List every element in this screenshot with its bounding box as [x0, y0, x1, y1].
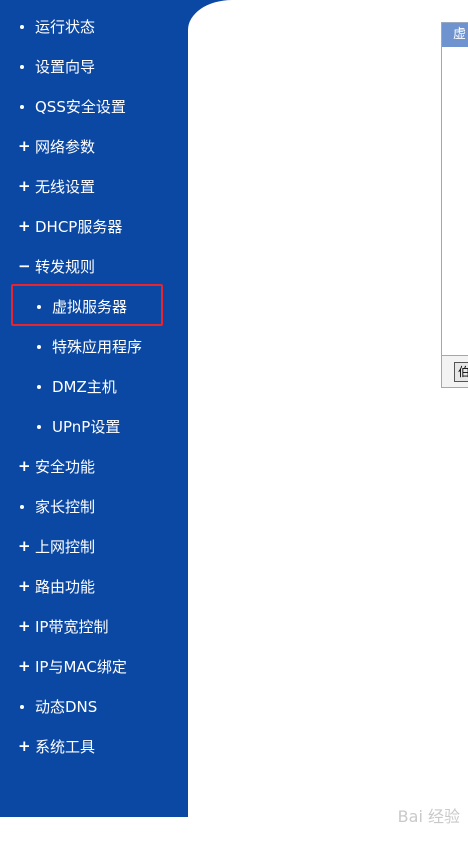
menu-item-ddns[interactable]: 动态DNS	[0, 687, 188, 727]
expand-plus-icon	[18, 606, 35, 648]
menu-item-system-tools[interactable]: 系统工具	[0, 727, 188, 767]
menu-item-label: DHCP服务器	[35, 218, 123, 236]
menu-item-parental-control[interactable]: 家长控制	[0, 487, 188, 527]
panel-footer: 伯	[442, 355, 468, 387]
expand-plus-icon	[18, 566, 35, 608]
menu-list: 运行状态 设置向导 QSS安全设置 网络参数 无线设置 DHCP服务器 转发规则…	[0, 7, 188, 767]
bullet-icon	[35, 367, 52, 407]
submenu-item-dmz[interactable]: DMZ主机	[0, 367, 188, 407]
menu-item-label: 上网控制	[35, 538, 96, 556]
content-panel: 虚 伯	[441, 22, 468, 388]
menu-item-label: DMZ主机	[52, 378, 117, 396]
menu-item-label: 网络参数	[35, 138, 96, 156]
menu-item-label: 安全功能	[35, 458, 96, 476]
bullet-icon	[18, 7, 35, 47]
menu-item-ip-mac-binding[interactable]: IP与MAC绑定	[0, 647, 188, 687]
bullet-icon	[18, 487, 35, 527]
menu-item-dhcp[interactable]: DHCP服务器	[0, 207, 188, 247]
bullet-icon	[18, 87, 35, 127]
menu-item-label: 虚拟服务器	[52, 298, 128, 316]
expand-plus-icon	[18, 166, 35, 208]
menu-item-label: QSS安全设置	[35, 98, 126, 116]
bullet-icon	[18, 47, 35, 87]
bullet-icon	[35, 287, 52, 327]
expand-plus-icon	[18, 526, 35, 568]
menu-item-label: 动态DNS	[35, 698, 98, 716]
expand-plus-icon	[18, 126, 35, 168]
menu-item-routing[interactable]: 路由功能	[0, 567, 188, 607]
menu-item-label: 路由功能	[35, 578, 96, 596]
watermark-logo: Bai 经验	[397, 807, 460, 826]
menu-item-label: 家长控制	[35, 498, 96, 516]
submenu-item-special-apps[interactable]: 特殊应用程序	[0, 327, 188, 367]
menu-item-wireless[interactable]: 无线设置	[0, 167, 188, 207]
menu-item-qss[interactable]: QSS安全设置	[0, 87, 188, 127]
menu-item-network[interactable]: 网络参数	[0, 127, 188, 167]
bullet-icon	[35, 327, 52, 367]
bullet-icon	[18, 687, 35, 727]
menu-item-label: IP带宽控制	[35, 618, 109, 636]
menu-item-setup-wizard[interactable]: 设置向导	[0, 47, 188, 87]
bullet-icon	[35, 407, 52, 447]
expand-plus-icon	[18, 646, 35, 688]
menu-item-access-control[interactable]: 上网控制	[0, 527, 188, 567]
submenu-item-upnp[interactable]: UPnP设置	[0, 407, 188, 447]
expand-plus-icon	[18, 726, 35, 768]
menu-item-label: 设置向导	[35, 58, 96, 76]
submenu-item-virtual-server[interactable]: 虚拟服务器	[0, 287, 188, 327]
panel-footer-button[interactable]: 伯	[454, 362, 468, 382]
menu-item-label: 运行状态	[35, 18, 96, 36]
menu-item-security[interactable]: 安全功能	[0, 447, 188, 487]
menu-item-forwarding[interactable]: 转发规则	[0, 247, 188, 287]
menu-item-label: 无线设置	[35, 178, 96, 196]
menu-item-status[interactable]: 运行状态	[0, 7, 188, 47]
sidebar-corner-curve	[188, 0, 276, 60]
menu-item-label: IP与MAC绑定	[35, 658, 127, 676]
menu-item-label: UPnP设置	[52, 418, 121, 436]
panel-header: 虚	[442, 23, 468, 47]
menu-item-label: 特殊应用程序	[52, 338, 143, 356]
menu-item-label: 转发规则	[35, 258, 96, 276]
collapse-minus-icon	[18, 246, 35, 288]
menu-item-label: 系统工具	[35, 738, 96, 756]
expand-plus-icon	[18, 446, 35, 488]
menu-item-bandwidth[interactable]: IP带宽控制	[0, 607, 188, 647]
expand-plus-icon	[18, 206, 35, 248]
